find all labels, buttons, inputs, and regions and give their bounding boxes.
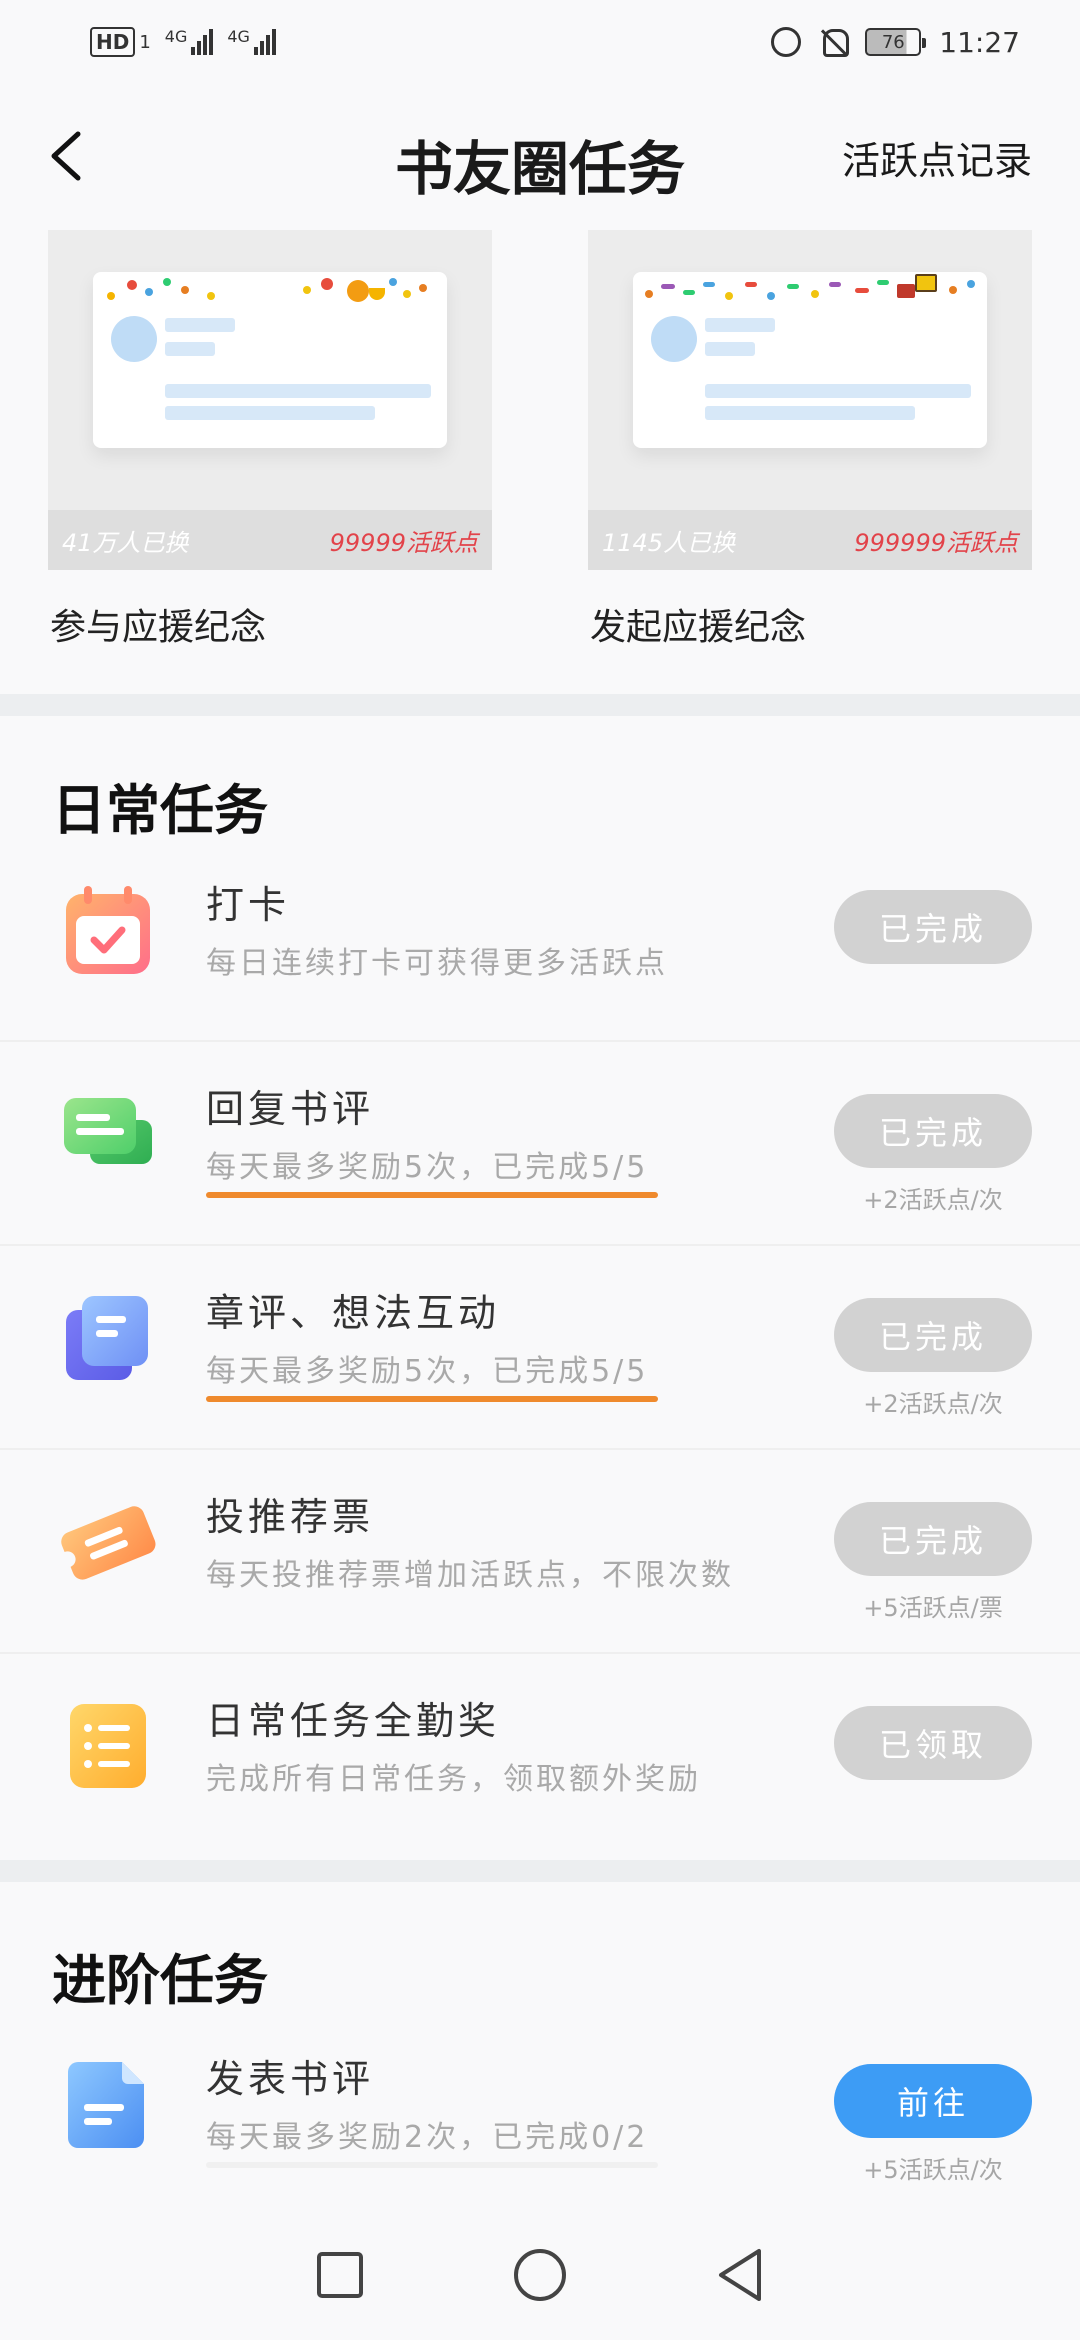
- task-description: 每日连续打卡可获得更多活跃点: [206, 946, 668, 981]
- task-description: 每天最多奖励5次，已完成5/5: [206, 1150, 649, 1185]
- task-name: 回复书评: [206, 1087, 375, 1131]
- document-icon: [60, 2056, 156, 2152]
- task-row: 日常任务全勤奖 完成所有日常任务，领取额外奖励 已领取: [0, 1654, 1080, 1858]
- highlight-underline: [206, 1396, 658, 1402]
- avatar-placeholder: [651, 316, 697, 362]
- badge-list: 41万人已换 99999活跃点 参与应援纪念 1145人已换 999999活跃点…: [48, 230, 1032, 670]
- task-name: 打卡: [206, 883, 291, 927]
- task-row: 打卡 每日连续打卡可获得更多活跃点 已完成: [0, 838, 1080, 1042]
- clock: 11:27: [939, 25, 1020, 59]
- square-icon: [317, 2252, 363, 2298]
- task-reward: +5活跃点/次: [863, 2156, 1003, 2184]
- task-row: 投推荐票 每天投推荐票增加活跃点，不限次数 已完成 +5活跃点/票: [0, 1450, 1080, 1654]
- calendar-check-icon: [60, 882, 156, 978]
- badge-preview: 1145人已换 999999活跃点: [588, 230, 1032, 570]
- back-nav-button[interactable]: [710, 2245, 770, 2305]
- badge-name: 参与应援纪念: [50, 607, 267, 648]
- daily-section-title: 日常任务: [52, 778, 268, 842]
- task-description: 每天最多奖励5次，已完成5/5: [206, 1354, 649, 1389]
- ribbon-decoration: [633, 274, 987, 310]
- task-reward: +2活跃点/次: [863, 1186, 1003, 1214]
- chat-bubbles-icon: [60, 1086, 156, 1182]
- recent-apps-button[interactable]: [310, 2245, 370, 2305]
- home-button[interactable]: [510, 2245, 570, 2305]
- battery-icon: 76: [865, 28, 927, 56]
- badge-cost: 99999活跃点: [329, 528, 478, 557]
- task-description: 每天最多奖励2次，已完成0/2: [206, 2120, 649, 2155]
- sim-indicator: 1: [139, 31, 151, 53]
- task-reward: +5活跃点/票: [863, 1594, 1003, 1622]
- go-button[interactable]: 前往: [834, 2064, 1032, 2138]
- confetti-decoration: [93, 274, 447, 310]
- underline: [206, 2162, 658, 2168]
- badge-item[interactable]: 41万人已换 99999活跃点 参与应援纪念: [48, 230, 492, 670]
- alarm-icon: [771, 27, 802, 57]
- task-description: 完成所有日常任务，领取额外奖励: [206, 1762, 701, 1797]
- section-divider: [0, 1860, 1080, 1882]
- circle-icon: [514, 2249, 566, 2301]
- signal-icon: 4G: [165, 29, 214, 55]
- badge-preview: 41万人已换 99999活跃点: [48, 230, 492, 570]
- badge-name: 发起应援纪念: [590, 607, 807, 648]
- badge-cost: 999999活跃点: [854, 528, 1018, 557]
- stacked-doc-icon: [60, 1290, 156, 1386]
- avatar-placeholder: [111, 316, 157, 362]
- task-status-button[interactable]: 已完成: [834, 1298, 1032, 1372]
- task-description: 每天投推荐票增加活跃点，不限次数: [206, 1558, 734, 1593]
- advanced-section-title: 进阶任务: [52, 1948, 268, 2012]
- section-divider: [0, 694, 1080, 716]
- task-name: 投推荐票: [206, 1495, 375, 1539]
- app-header: 书友圈任务 活跃点记录: [0, 100, 1080, 210]
- system-nav-bar: [0, 2210, 1080, 2340]
- task-row: 发表书评 每天最多奖励2次，已完成0/2 前往 +5活跃点/次: [0, 2012, 1080, 2216]
- activity-record-link[interactable]: 活跃点记录: [842, 130, 1032, 185]
- task-name: 日常任务全勤奖: [206, 1699, 501, 1743]
- task-name: 章评、想法互动: [206, 1291, 501, 1335]
- task-status-button[interactable]: 已领取: [834, 1706, 1032, 1780]
- task-row: 章评、想法互动 每天最多奖励5次，已完成5/5 已完成 +2活跃点/次: [0, 1246, 1080, 1450]
- list-icon: [60, 1698, 156, 1794]
- redeem-count: 1145人已换: [602, 528, 736, 557]
- hd-indicator: HD: [90, 27, 136, 57]
- triangle-back-icon: [719, 2249, 761, 2301]
- ticket-icon: [59, 1494, 156, 1590]
- status-bar: HD 1 4G 4G 76 11:27: [0, 0, 1080, 84]
- highlight-underline: [206, 1192, 658, 1198]
- task-reward: +2活跃点/次: [863, 1390, 1003, 1418]
- badge-item[interactable]: 1145人已换 999999活跃点 发起应援纪念: [588, 230, 1032, 670]
- task-status-button[interactable]: 已完成: [834, 1094, 1032, 1168]
- task-row: 回复书评 每天最多奖励5次，已完成5/5 已完成 +2活跃点/次: [0, 1042, 1080, 1246]
- mute-bell-icon: [819, 27, 850, 57]
- signal-icon-2: 4G: [227, 29, 276, 55]
- task-status-button[interactable]: 已完成: [834, 890, 1032, 964]
- task-status-button[interactable]: 已完成: [834, 1502, 1032, 1576]
- redeem-count: 41万人已换: [62, 528, 189, 557]
- task-name: 发表书评: [206, 2057, 375, 2101]
